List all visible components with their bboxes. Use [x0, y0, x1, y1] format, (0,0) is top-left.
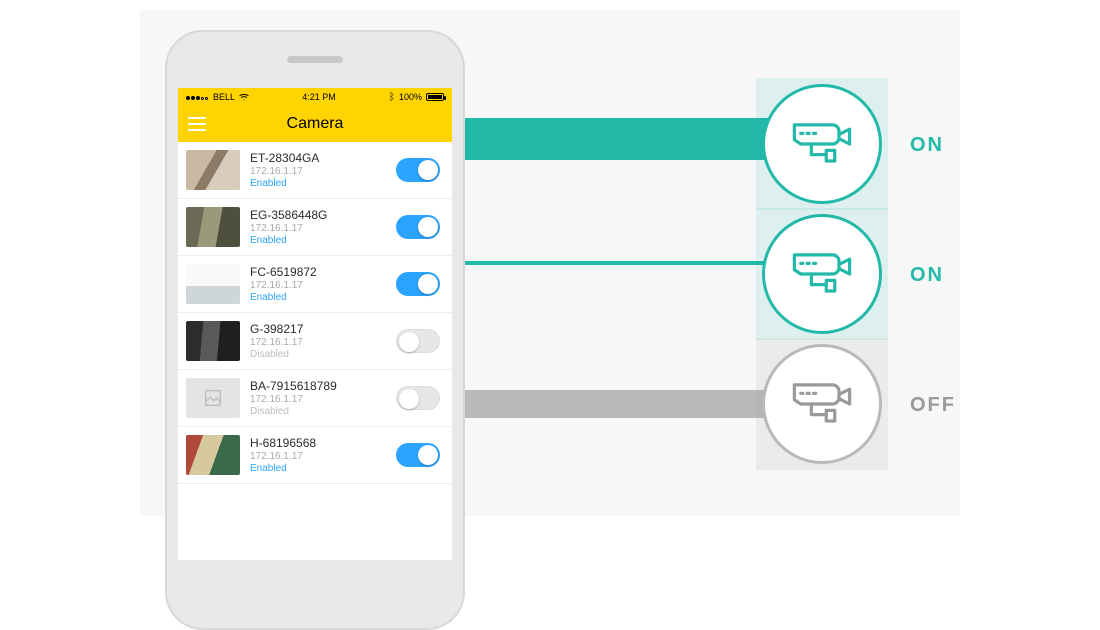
camera-thumb: [186, 150, 240, 190]
camera-name: EG-3586448G: [250, 208, 386, 222]
camera-thumb: [186, 321, 240, 361]
battery-pct: 100%: [399, 92, 422, 102]
carrier-label: BELL: [213, 92, 235, 102]
camera-thumb: [186, 207, 240, 247]
connector-bar-3: [440, 390, 780, 418]
camera-ip: 172.16.1.17: [250, 223, 386, 234]
list-item[interactable]: BA-7915618789 172.16.1.17 Disabled: [178, 370, 452, 427]
camera-ip: 172.16.1.17: [250, 280, 386, 291]
nav-bar: Camera: [178, 106, 452, 142]
camera-name: ET-28304GA: [250, 151, 386, 165]
camera-ip: 172.16.1.17: [250, 166, 386, 177]
battery-icon: [426, 93, 444, 101]
bluetooth-icon: ᛒ: [389, 92, 395, 103]
camera-state: Disabled: [250, 406, 386, 417]
list-item[interactable]: G-398217 172.16.1.17 Disabled: [178, 313, 452, 370]
callout-label-3: OFF: [910, 394, 956, 417]
placeholder-icon: [202, 387, 224, 409]
camera-badge-2: [762, 214, 882, 334]
camera-icon: [788, 110, 856, 178]
connector-bar-1: [440, 118, 780, 160]
list-item[interactable]: H-68196568 172.16.1.17 Enabled: [178, 427, 452, 484]
page-title: Camera: [287, 115, 344, 133]
clock-label: 4:21 PM: [302, 92, 336, 102]
signal-dots-icon: [186, 92, 209, 102]
camera-icon: [788, 240, 856, 308]
camera-name: BA-7915618789: [250, 379, 386, 393]
phone-speaker: [287, 56, 343, 63]
status-bar: BELL 4:21 PM ᛒ 100%: [178, 88, 452, 106]
camera-state: Enabled: [250, 178, 386, 189]
camera-state: Enabled: [250, 292, 386, 303]
camera-ip: 172.16.1.17: [250, 451, 386, 462]
list-item[interactable]: FC-6519872 172.16.1.17 Enabled: [178, 256, 452, 313]
camera-thumb: [186, 435, 240, 475]
menu-button[interactable]: [188, 117, 206, 131]
camera-state: Disabled: [250, 349, 386, 360]
camera-toggle[interactable]: [396, 386, 440, 410]
phone-frame: BELL 4:21 PM ᛒ 100% Camera ET-28304GA 17…: [165, 30, 465, 630]
camera-toggle[interactable]: [396, 272, 440, 296]
list-item[interactable]: ET-28304GA 172.16.1.17 Enabled: [178, 142, 452, 199]
camera-ip: 172.16.1.17: [250, 337, 386, 348]
camera-name: H-68196568: [250, 436, 386, 450]
camera-badge-3: [762, 344, 882, 464]
camera-list[interactable]: ET-28304GA 172.16.1.17 Enabled EG-358644…: [178, 142, 452, 484]
camera-icon: [788, 370, 856, 438]
connector-bar-2: [440, 261, 780, 265]
callout-label-1: ON: [910, 134, 944, 157]
camera-ip: 172.16.1.17: [250, 394, 386, 405]
camera-toggle[interactable]: [396, 443, 440, 467]
camera-toggle[interactable]: [396, 329, 440, 353]
camera-thumb: [186, 264, 240, 304]
camera-name: G-398217: [250, 322, 386, 336]
camera-thumb: [186, 378, 240, 418]
camera-state: Enabled: [250, 463, 386, 474]
phone-screen: BELL 4:21 PM ᛒ 100% Camera ET-28304GA 17…: [178, 88, 452, 560]
camera-toggle[interactable]: [396, 215, 440, 239]
camera-toggle[interactable]: [396, 158, 440, 182]
list-item[interactable]: EG-3586448G 172.16.1.17 Enabled: [178, 199, 452, 256]
camera-badge-1: [762, 84, 882, 204]
wifi-icon: [239, 93, 249, 101]
camera-state: Enabled: [250, 235, 386, 246]
callout-label-2: ON: [910, 264, 944, 287]
camera-name: FC-6519872: [250, 265, 386, 279]
